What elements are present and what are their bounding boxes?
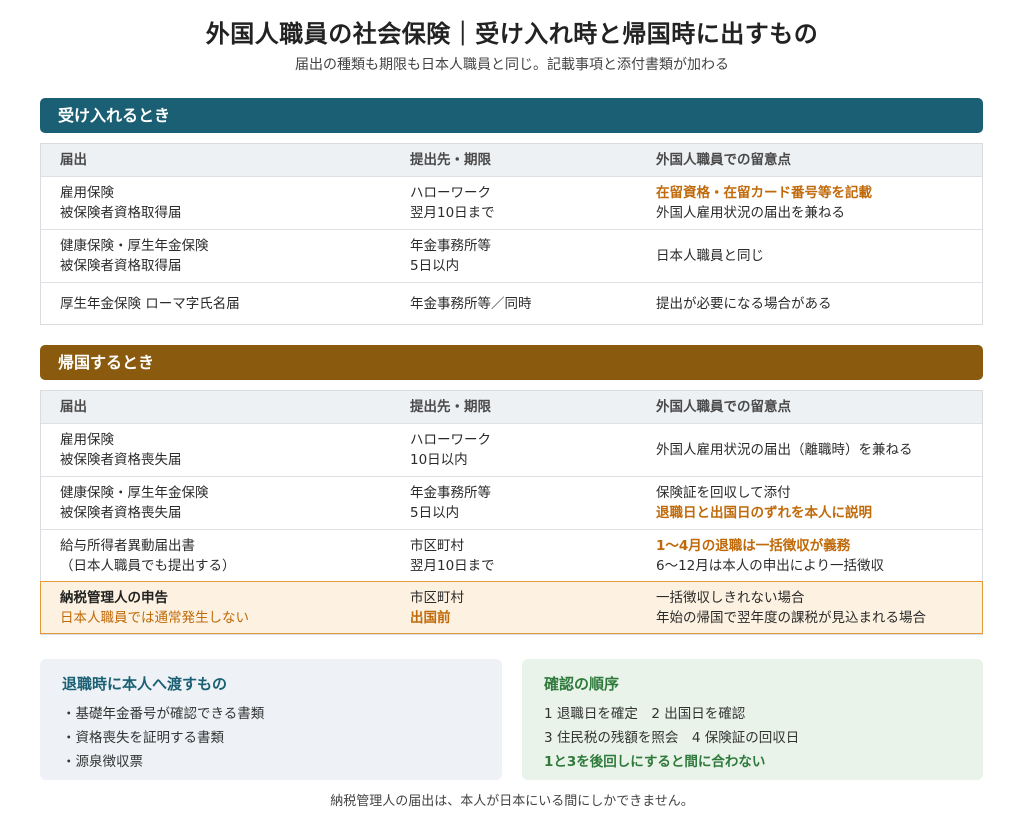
filing-name: 厚生年金保険 ローマ字氏名届 bbox=[60, 295, 240, 312]
office-deadline: 年金事務所等／同時 bbox=[410, 295, 532, 312]
note: 日本人職員と同じ bbox=[656, 248, 764, 264]
list-item: ・資格喪失を証明する書類 bbox=[62, 730, 224, 746]
table-row: 健康保険・厚生年金保険 被保険者資格取得届 年金事務所等 5日以内 日本人職員と同じ bbox=[41, 229, 982, 282]
filing-name: 雇用保険 被保険者資格取得届 bbox=[60, 185, 182, 221]
note: 提出が必要になる場合がある bbox=[656, 295, 832, 312]
table-header-row: 届出 提出先・期限 外国人職員での留意点 bbox=[41, 391, 982, 423]
note: 在留資格・在留カード番号等を記載 外国人雇用状況の届出を兼ねる bbox=[656, 185, 872, 221]
office-deadline: 年金事務所等 5日以内 bbox=[410, 238, 491, 274]
check-order-title: 確認の順序 bbox=[544, 675, 620, 693]
order-steps-1: 1 退職日を確定 2 出国日を確認 bbox=[544, 706, 746, 722]
page-subtitle: 届出の種類も期限も日本人職員と同じ。記載事項と添付書類が加わる bbox=[295, 57, 729, 73]
table-row: 雇用保険 被保険者資格取得届 ハローワーク 翌月10日まで 在留資格・在留カード番号… bbox=[41, 176, 982, 229]
table-row: 給与所得者異動届出書 （日本人職員でも提出する） 市区町村 翌月10日まで 1〜4月… bbox=[41, 529, 982, 582]
office-deadline: 年金事務所等 5日以内 bbox=[410, 485, 491, 521]
office-deadline: ハローワーク 翌月10日まで bbox=[410, 185, 495, 221]
note: 1〜4月の退職は一括徴収が義務 6〜12月は本人の申出により一括徴収 bbox=[656, 538, 884, 574]
order-warning: 1と3を後回しにすると間に合わない bbox=[544, 754, 766, 770]
page-title: 外国人職員の社会保険｜受け入れ時と帰国時に出すもの bbox=[205, 20, 819, 48]
table-row-highlighted: 納税管理人の申告 日本人職員では通常発生しない 市区町村 出国前 一括徴収しきれない… bbox=[40, 581, 983, 634]
office-deadline: ハローワーク 10日以内 bbox=[410, 432, 491, 468]
order-steps-2: 3 住民税の残額を照会 4 保険証の回収日 bbox=[544, 730, 800, 746]
section-header-departure: 帰国するとき bbox=[40, 345, 983, 380]
table-row: 厚生年金保険 ローマ字氏名届 年金事務所等／同時 提出が必要になる場合がある bbox=[41, 282, 982, 324]
note: 外国人雇用状況の届出（離職時）を兼ねる bbox=[656, 442, 913, 458]
column-header-filing: 届出 bbox=[60, 152, 87, 168]
handover-box: 退職時に本人へ渡すもの ・基礎年金番号が確認できる書類 ・資格喪失を証明する書類… bbox=[40, 659, 502, 780]
check-order-box: 確認の順序 1 退職日を確定 2 出国日を確認 3 住民税の残額を照会 4 保険… bbox=[522, 659, 983, 780]
column-header-office-deadline: 提出先・期限 bbox=[410, 399, 491, 415]
filing-name: 健康保険・厚生年金保険 被保険者資格喪失届 bbox=[60, 485, 209, 521]
filing-name: 納税管理人の申告 日本人職員では通常発生しない bbox=[60, 589, 249, 626]
list-item: ・源泉徴収票 bbox=[62, 754, 143, 770]
table-row: 雇用保険 被保険者資格喪失届 ハローワーク 10日以内 外国人雇用状況の届出（離職時… bbox=[41, 423, 982, 476]
onboarding-table: 届出 提出先・期限 外国人職員での留意点 雇用保険 被保険者資格取得届 ハローワー… bbox=[40, 143, 983, 325]
handover-title: 退職時に本人へ渡すもの bbox=[62, 675, 228, 693]
column-header-notes: 外国人職員での留意点 bbox=[656, 152, 791, 168]
filing-name: 雇用保険 被保険者資格喪失届 bbox=[60, 432, 182, 468]
column-header-filing: 届出 bbox=[60, 399, 87, 415]
column-header-notes: 外国人職員での留意点 bbox=[656, 399, 791, 415]
table-header-row: 届出 提出先・期限 外国人職員での留意点 bbox=[41, 144, 982, 176]
filing-name: 健康保険・厚生年金保険 被保険者資格取得届 bbox=[60, 238, 209, 274]
filing-name: 給与所得者異動届出書 （日本人職員でも提出する） bbox=[60, 538, 236, 574]
list-item: ・基礎年金番号が確認できる書類 bbox=[62, 706, 265, 722]
column-header-office-deadline: 提出先・期限 bbox=[410, 152, 491, 168]
section-header-onboarding: 受け入れるとき bbox=[40, 98, 983, 133]
departure-table: 届出 提出先・期限 外国人職員での留意点 雇用保険 被保険者資格喪失届 ハローワー… bbox=[40, 390, 983, 635]
office-deadline: 市区町村 出国前 bbox=[410, 589, 464, 626]
office-deadline: 市区町村 翌月10日まで bbox=[410, 538, 495, 574]
note: 一括徴収しきれない場合 年始の帰国で翌年度の課税が見込まれる場合 bbox=[656, 589, 926, 626]
footer-note: 納税管理人の届出は、本人が日本にいる間にしかできません。 bbox=[330, 794, 694, 809]
table-row: 健康保険・厚生年金保険 被保険者資格喪失届 年金事務所等 5日以内 保険証を回収して… bbox=[41, 476, 982, 529]
note: 保険証を回収して添付 退職日と出国日のずれを本人に説明 bbox=[656, 485, 872, 521]
